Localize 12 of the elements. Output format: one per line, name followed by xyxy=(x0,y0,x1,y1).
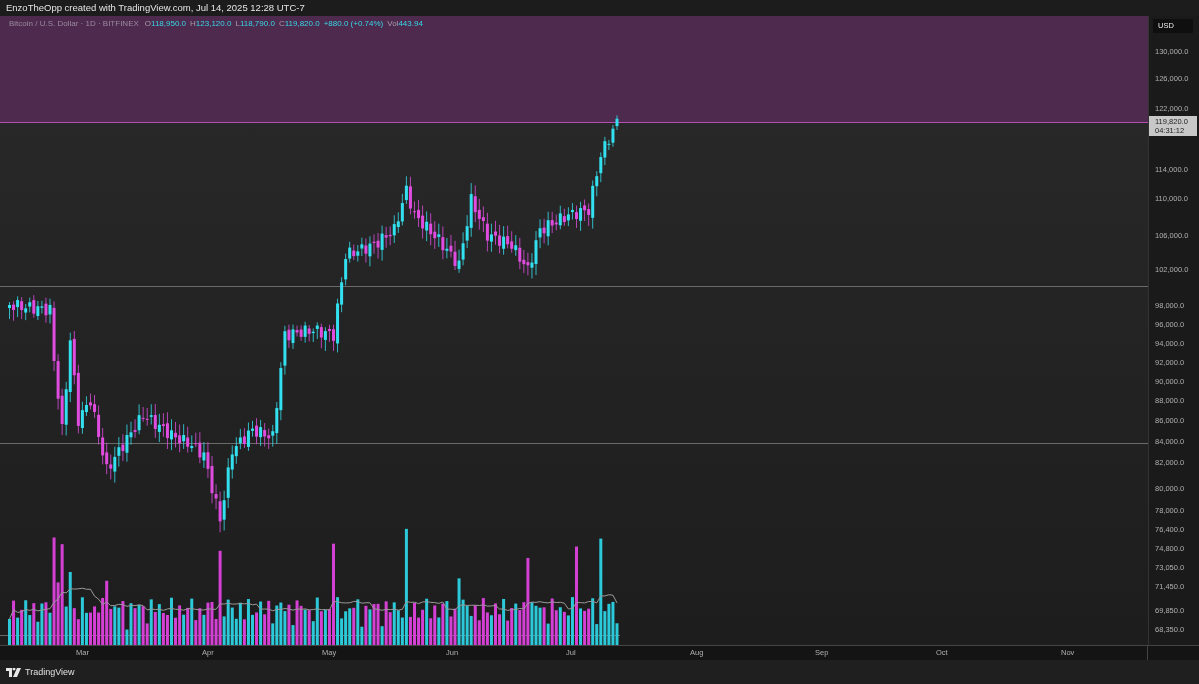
volume-value: 443.94 xyxy=(398,19,423,28)
ohlc-label: C xyxy=(278,19,285,28)
ohlc-value: 123,120.0 xyxy=(195,19,232,28)
ohlc-label: H xyxy=(190,19,196,28)
ohlc-label: L xyxy=(235,19,240,28)
volume-label: Vol xyxy=(387,19,399,28)
change-value: +880.0 (+0.74%) xyxy=(323,19,384,28)
symbol-label: Bitcoin / U.S. Dollar · 1D · BITFINEX xyxy=(9,19,139,28)
brand-name: TradingView xyxy=(25,667,75,677)
ohlc-value: 118,950.0 xyxy=(151,19,187,28)
ohlc-value: 119,820.0 xyxy=(284,19,320,28)
ohlc-value: 118,790.0 xyxy=(239,19,275,28)
